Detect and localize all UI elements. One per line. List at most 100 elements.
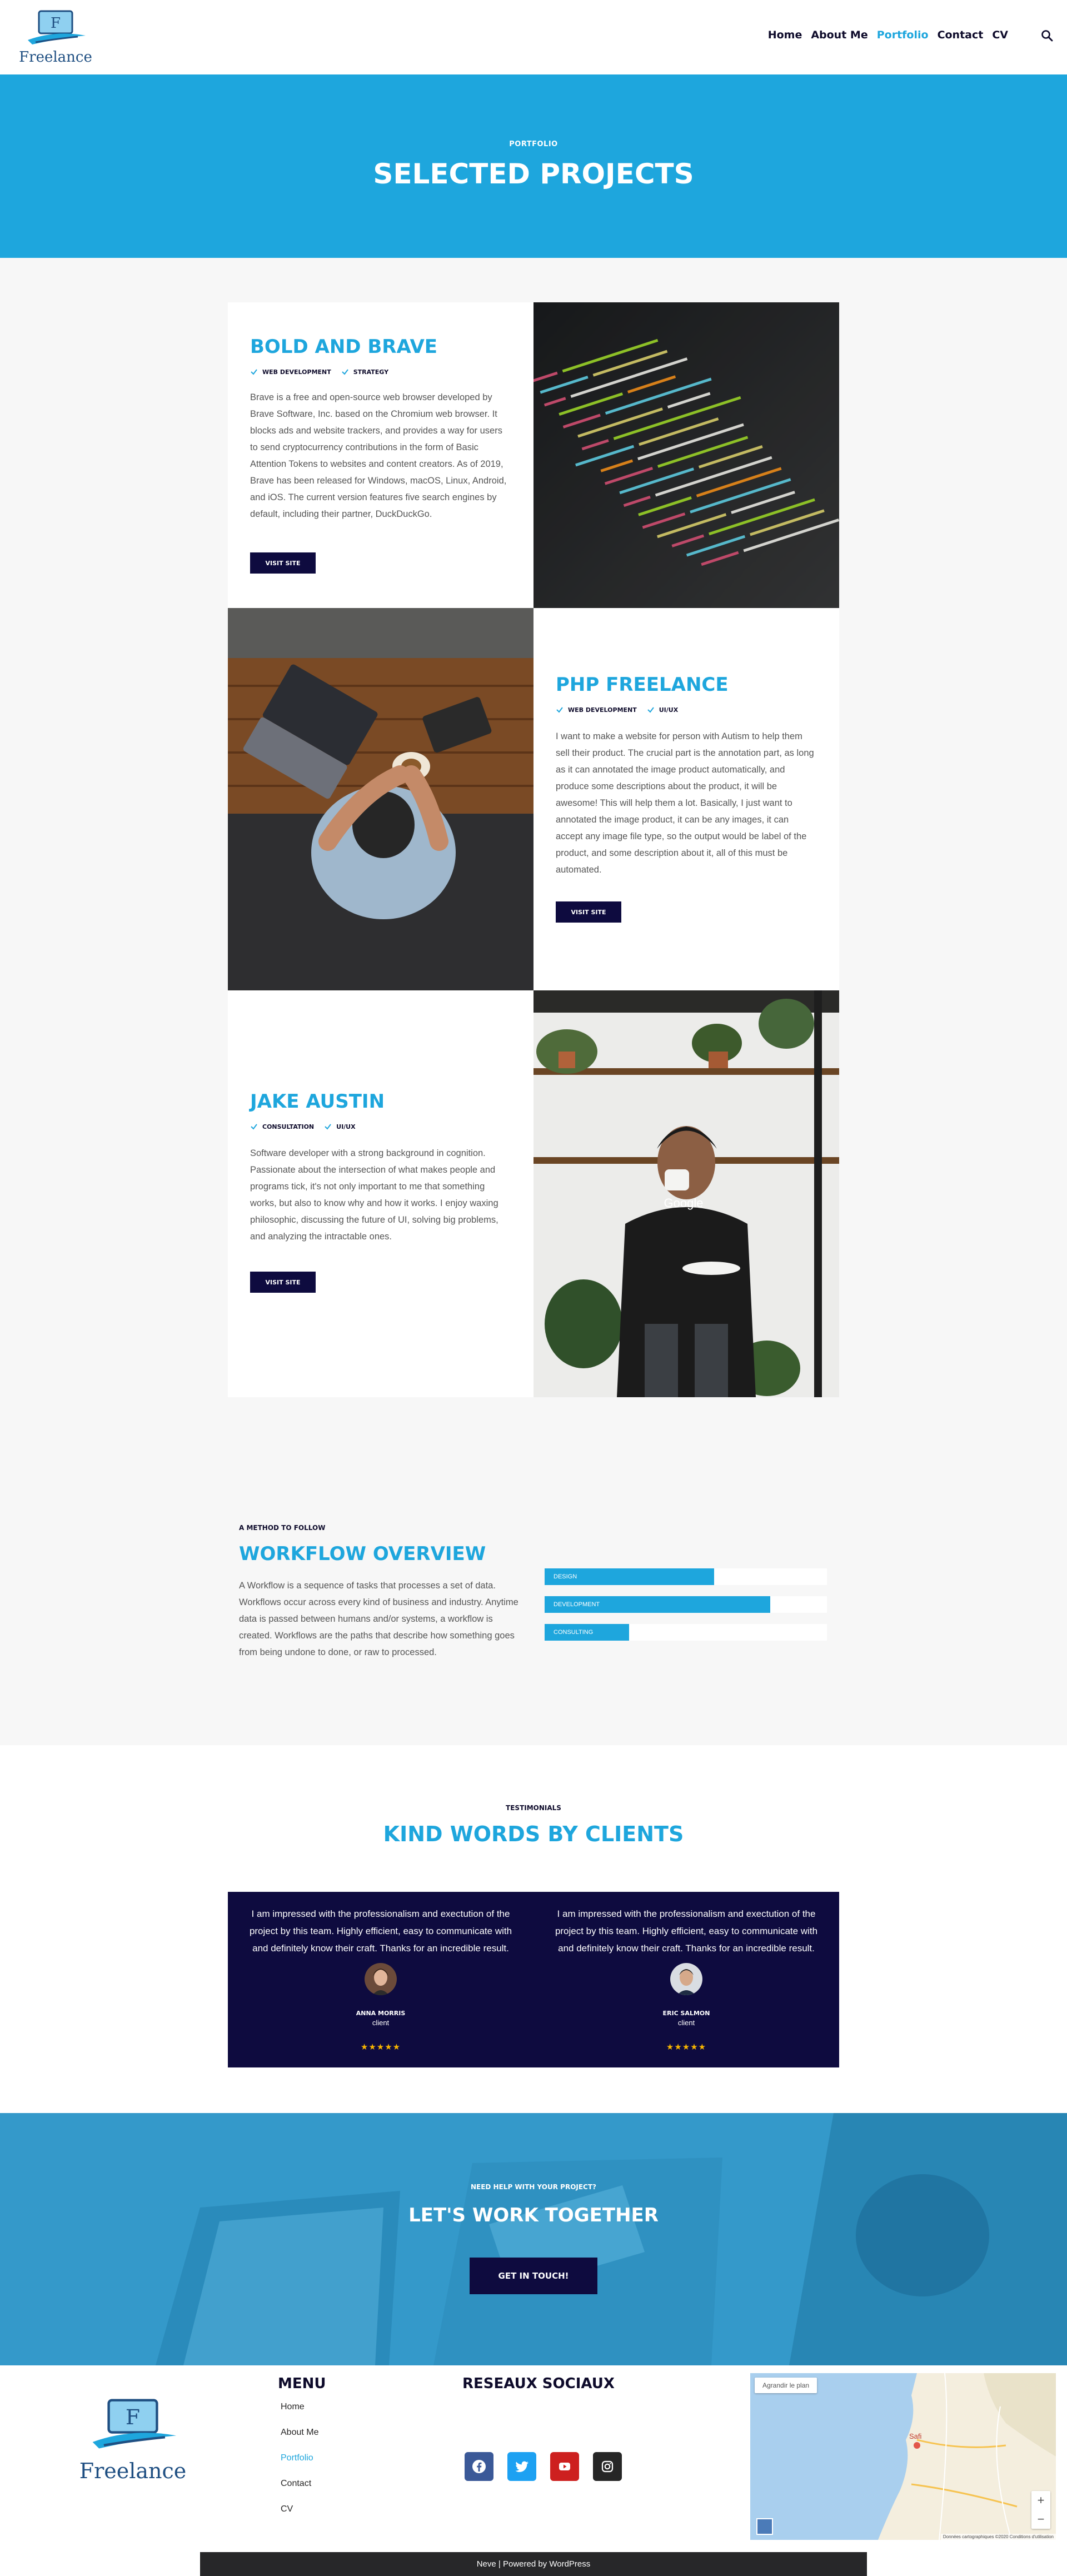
check-icon [556,707,563,713]
testimonial-role: client [677,2019,695,2027]
project-card-php: PHP FREELANCE WEB DEVELOPMENT UI/UX I wa… [534,608,839,990]
footer-link-cv[interactable]: CV [281,2504,318,2530]
man-drinking-coffee-image: Google [534,990,839,1397]
testimonials-kicker: TESTIMONIALS [506,1804,561,1812]
zoom-in-icon[interactable]: + [1031,2491,1050,2510]
svg-text:Google: Google [664,1196,704,1210]
project-card-brave: BOLD AND BRAVE WEB DEVELOPMENT STRATEGY … [228,302,534,608]
project-tag: WEB DEVELOPMENT [556,706,637,714]
project-tags: WEB DEVELOPMENT STRATEGY [250,368,388,376]
nav-home[interactable]: Home [768,29,802,41]
project-description: Brave is a free and open-source web brow… [250,392,507,519]
social-links [465,2452,622,2481]
check-icon [325,1124,331,1130]
project-tags: CONSULTATION UI/UX [250,1123,356,1130]
workflow-kicker: A METHOD TO FOLLOW [239,1524,326,1532]
location-map[interactable]: Safi Agrandir le plan + − Données cartog… [750,2373,1056,2540]
main-nav: Home About Me Portfolio Contact CV [768,29,1008,41]
hero-kicker: PORTFOLIO [509,140,558,148]
project-tags: WEB DEVELOPMENT UI/UX [556,706,678,714]
project-description: Software developer with a strong backgro… [250,1148,498,1242]
visit-site-button[interactable]: VISIT SITE [250,1272,316,1293]
skill-bar-design: DESIGN [545,1568,827,1585]
nav-portfolio[interactable]: Portfolio [877,29,929,41]
skill-bar-development: DEVELOPMENT [545,1596,827,1613]
footer-link-contact[interactable]: Contact [281,2479,318,2504]
footer-link-portfolio[interactable]: Portfolio [281,2453,318,2479]
project-tag: CONSULTATION [250,1123,314,1130]
logo-text: Freelance [19,49,92,66]
cta-kicker: NEED HELP WITH YOUR PROJECT? [470,2183,597,2191]
visit-site-button[interactable]: VISIT SITE [556,901,621,923]
zoom-out-icon[interactable]: − [1031,2510,1050,2529]
svg-text:F: F [51,15,61,32]
site-header: F Freelance Home About Me Portfolio Cont… [0,0,1067,74]
footer-link-home[interactable]: Home [281,2402,318,2428]
footer-menu-title: MENU [278,2375,326,2392]
get-in-touch-button[interactable]: GET IN TOUCH! [470,2258,597,2294]
nav-contact[interactable]: Contact [938,29,984,41]
project-description: I want to make a website for person with… [556,731,814,875]
map-city-label: Safi [909,2432,922,2440]
footer-menu: Home About Me Portfolio Contact CV [281,2402,318,2530]
skill-bar-fill: CONSULTING [545,1624,630,1641]
instagram-icon[interactable] [593,2452,622,2481]
workspace-background-image [0,2113,1067,2365]
project-tag: UI/UX [647,706,678,714]
enlarge-map-button[interactable]: Agrandir le plan [755,2378,817,2393]
workflow-title: WORKFLOW OVERVIEW [239,1543,486,1565]
skill-bar-fill: DEVELOPMENT [545,1596,771,1613]
testimonial-name: ANNA MORRIS [356,2010,406,2017]
cta-section: NEED HELP WITH YOUR PROJECT? LET'S WORK … [0,2113,1067,2365]
testimonial-quote: I am impressed with the professionalism … [249,1909,512,1954]
project-card-jake: JAKE AUSTIN CONSULTATION UI/UX Software … [228,990,534,1397]
skill-label: DESIGN [554,1573,577,1580]
laptop-coffee-image [228,608,534,990]
project-tag: UI/UX [324,1123,356,1130]
site-logo[interactable]: F Freelance [17,8,94,69]
check-icon [342,369,348,375]
laptop-logo-icon: F [92,2399,177,2449]
testimonial-quote: I am impressed with the professionalism … [555,1909,818,1954]
footer-social-title: RESEAUX SOCIAUX [462,2375,615,2392]
svg-text:F: F [126,2405,140,2429]
rating-stars: ★★★★★ [360,2042,401,2052]
project-title: PHP FREELANCE [556,674,729,696]
testimonials-title: KIND WORDS BY CLIENTS [383,1822,684,1846]
code-screen-image [534,302,839,608]
laptop-logo-icon: F [28,10,86,44]
nav-cv[interactable]: CV [992,29,1008,41]
twitter-icon[interactable] [507,2452,536,2481]
footer-logo-text: Freelance [79,2459,187,2483]
skill-label: DEVELOPMENT [554,1601,600,1608]
check-icon [251,369,257,375]
visit-site-button[interactable]: VISIT SITE [250,552,316,574]
project-title: JAKE AUSTIN [250,1090,385,1113]
map-credit: Données cartographiques ©2020 Conditions… [940,2534,1056,2540]
avatar [670,1963,702,1995]
rating-stars: ★★★★★ [666,2042,707,2052]
map-zoom-controls: + − [1031,2491,1050,2529]
project-title: BOLD AND BRAVE [250,336,438,358]
site-footer: F Freelance MENU Home About Me Portfolio… [0,2365,1067,2552]
check-icon [647,707,654,713]
nav-about-me[interactable]: About Me [811,29,867,41]
skill-bar-consulting: CONSULTING [545,1624,827,1641]
facebook-icon[interactable] [465,2452,493,2481]
testimonial-name: ERIC SALMON [662,2010,710,2017]
youtube-icon[interactable] [550,2452,579,2481]
cta-title: LET'S WORK TOGETHER [408,2204,659,2226]
avatar [365,1963,397,1995]
skill-label: CONSULTING [554,1629,594,1636]
project-tag: WEB DEVELOPMENT [250,368,331,376]
hero-title: SELECTED PROJECTS [373,158,694,190]
hero-banner: PORTFOLIO SELECTED PROJECTS [0,74,1067,258]
footer-logo[interactable]: F Freelance [74,2395,191,2484]
skill-bar-fill: DESIGN [545,1568,714,1585]
workflow-description: A Workflow is a sequence of tasks that p… [239,1581,518,1657]
footer-link-about-me[interactable]: About Me [281,2428,318,2453]
check-icon [251,1124,257,1130]
project-tag: STRATEGY [341,368,388,376]
copyright-bar: Neve | Powered by WordPress [200,2552,867,2576]
search-icon[interactable] [1040,29,1054,42]
